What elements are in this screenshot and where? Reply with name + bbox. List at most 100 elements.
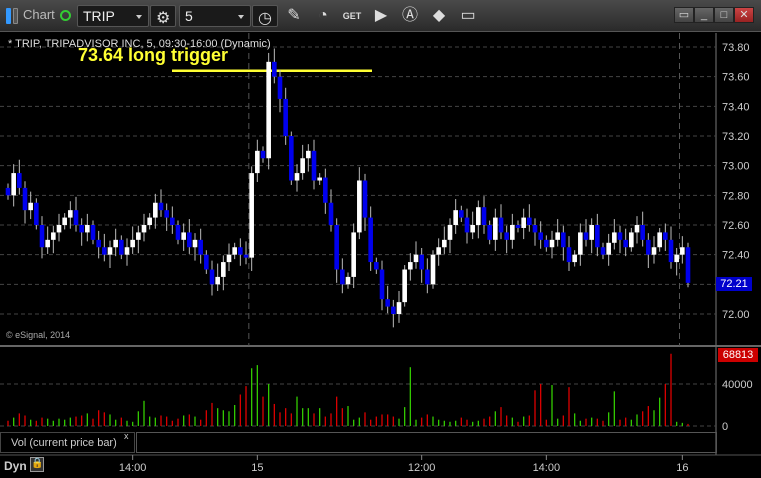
candle-body [300,158,305,174]
candle-body [272,61,277,77]
candle-body [566,247,572,263]
candle-body [391,306,396,314]
candle-body [606,242,611,255]
candle-body [521,217,526,228]
candle-body [170,217,175,225]
candle-body [209,269,215,285]
price-tick-label: 73.80 [722,42,750,54]
candle-body [374,262,379,270]
candle-body [498,217,504,233]
gear-icon[interactable]: ⚙ [150,5,176,27]
candle-body [164,210,169,218]
candle-body [73,210,79,225]
candle-body [572,254,577,263]
clock-icon[interactable]: ◷ [252,5,278,27]
candle-body [668,239,674,263]
candle-body [266,61,271,159]
candle-body [651,247,657,255]
study-icon[interactable]: ◔ [312,5,334,27]
candle-body [674,254,679,263]
time-tick-label: 16 [676,462,688,474]
last-volume-badge: 68813 [718,348,758,362]
candle-body [238,247,243,255]
candle-body [555,232,560,240]
candle-body [124,247,130,255]
price-chart[interactable]: 72.0072.2072.4072.6072.8073.0073.2073.40… [0,33,761,478]
time-tick-label: 15 [251,462,263,474]
candle-body [487,225,492,240]
symbol-value: TRIP [83,8,115,24]
candle-body [617,232,623,240]
candle-body [385,299,390,307]
interval-select[interactable]: 5 [179,5,251,27]
close-study-button[interactable]: x [124,431,129,441]
candle-body [158,202,164,211]
candle-body [589,225,594,240]
candle-body [334,225,339,270]
candle-body [459,210,464,218]
candle-body [646,239,651,255]
candle-body [402,269,407,303]
candle-body [181,232,186,240]
lock-icon[interactable]: 🔒 [30,457,44,472]
candle-body [464,217,470,233]
candle-body [17,173,22,188]
candle-body [221,262,226,277]
candle-body [340,269,345,285]
price-tick-label: 72.60 [722,220,750,232]
candle-body [532,225,538,233]
price-tick-label: 72.00 [722,309,750,321]
candle-body [175,225,181,240]
price-tick-label: 72.80 [722,190,750,202]
candle-body [96,239,101,248]
play-icon[interactable]: ▶ [370,5,392,27]
candle-body [362,180,368,218]
link-icon[interactable]: ◆ [428,5,450,27]
get-icon[interactable]: GET [341,5,363,27]
price-tick-label: 73.40 [722,101,750,113]
candle-body [379,269,385,300]
time-tick-label: 12:00 [408,462,436,474]
alert-icon[interactable]: Ⓐ [399,5,421,27]
price-tick-label: 73.60 [722,72,750,84]
candle-body [680,247,685,255]
candle-body [232,247,237,255]
candle-body [289,136,294,181]
candle-body [447,225,453,240]
comment-icon[interactable]: ▭ [457,5,479,27]
dyn-label: Dyn [4,459,27,473]
candle-body [306,150,311,159]
candle-body [68,210,73,218]
candle-body [413,254,419,263]
candle-body [453,210,458,225]
candle-body [243,254,249,258]
candle-body [22,187,28,211]
candle-body [249,173,254,258]
time-tick-label: 14:00 [119,462,147,474]
study-label: Vol (current price bar) [0,432,135,453]
symbol-select[interactable]: TRIP [77,5,149,27]
candle-body [56,225,62,233]
chevron-down-icon [238,15,244,19]
candle-body [481,207,487,225]
candle-body [544,239,549,248]
candle-body [147,217,152,225]
candle-body [51,232,56,240]
candle-body [629,232,634,248]
candle-body [215,276,220,285]
candle-body [11,173,16,196]
maximize-button[interactable]: □ [714,7,734,23]
candle-body [107,247,113,255]
restore-down-button[interactable]: ▭ [674,7,694,23]
minimize-button[interactable]: _ [694,7,714,23]
close-button[interactable]: ✕ [734,7,754,23]
candle-body [623,239,628,248]
window-title: Chart [23,7,55,22]
candle-body [345,276,351,285]
volume-tick-label: 40000 [722,379,753,391]
candle-body [317,177,322,181]
candle-body [323,177,328,203]
pencil-icon[interactable]: ✎ [283,5,305,27]
candle-body [260,150,266,159]
candle-body [328,202,334,225]
